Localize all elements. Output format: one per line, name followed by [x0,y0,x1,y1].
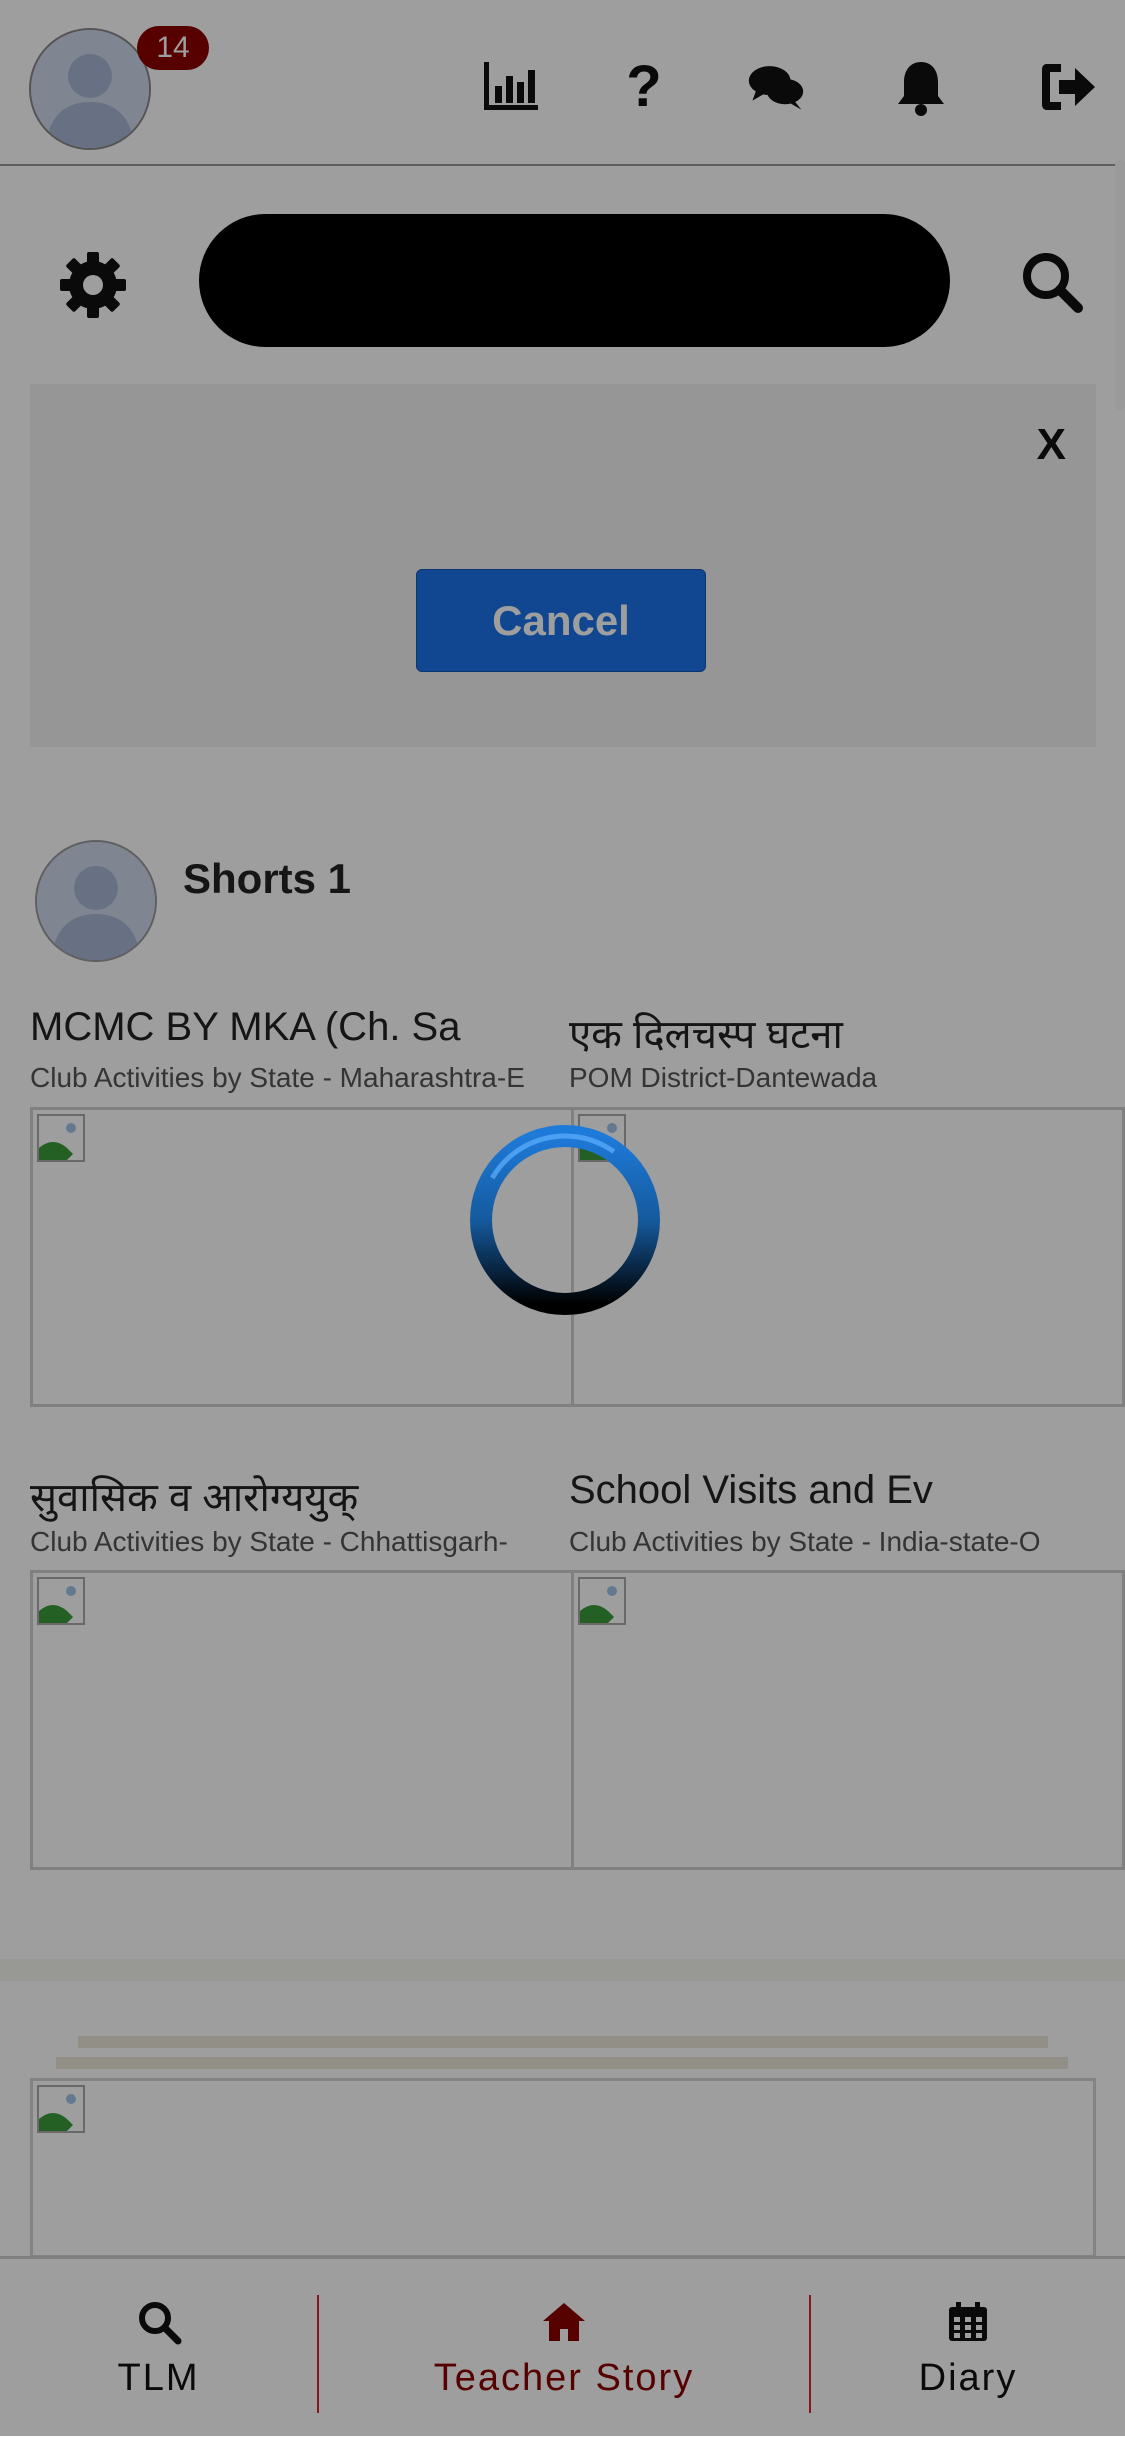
app-root: 14 ? X Cancel Shorts 1 MCMC BY MKA (Ch. … [0,0,1125,2439]
scrollbar-thumb[interactable] [1115,160,1125,410]
loading-spinner-icon [470,1125,660,1315]
